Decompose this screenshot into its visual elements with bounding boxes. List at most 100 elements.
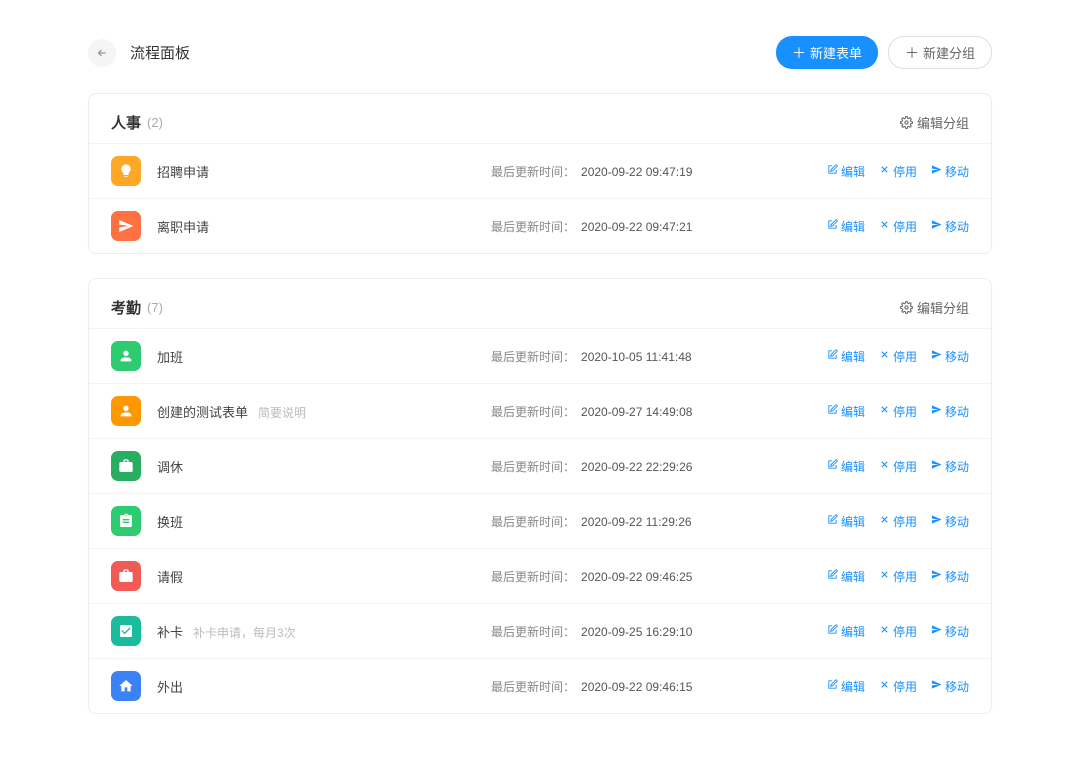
disable-label: 停用 bbox=[893, 678, 917, 695]
move-label: 移动 bbox=[945, 218, 969, 235]
item-time: 2020-09-22 09:46:15 bbox=[581, 680, 692, 694]
move-label: 移动 bbox=[945, 513, 969, 530]
edit-button[interactable]: 编辑 bbox=[827, 348, 865, 365]
time-label: 最后更新时间： bbox=[491, 405, 575, 419]
new-group-label: 新建分组 bbox=[923, 43, 975, 62]
close-icon bbox=[879, 219, 890, 233]
edit-label: 编辑 bbox=[841, 623, 865, 640]
page-title: 流程面板 bbox=[130, 42, 776, 63]
close-icon bbox=[879, 459, 890, 473]
item-time: 2020-10-05 11:41:48 bbox=[581, 350, 692, 364]
edit-button[interactable]: 编辑 bbox=[827, 458, 865, 475]
edit-button[interactable]: 编辑 bbox=[827, 678, 865, 695]
list-item: 创建的测试表单简要说明最后更新时间：2020-09-27 14:49:08编辑停… bbox=[89, 383, 991, 438]
close-icon bbox=[879, 404, 890, 418]
edit-button[interactable]: 编辑 bbox=[827, 218, 865, 235]
list-item: 加班最后更新时间：2020-10-05 11:41:48编辑停用移动 bbox=[89, 328, 991, 383]
item-time: 2020-09-22 09:46:25 bbox=[581, 570, 692, 584]
bulb-icon bbox=[111, 156, 141, 186]
edit-label: 编辑 bbox=[841, 678, 865, 695]
disable-button[interactable]: 停用 bbox=[879, 218, 917, 235]
move-button[interactable]: 移动 bbox=[931, 458, 969, 475]
disable-button[interactable]: 停用 bbox=[879, 348, 917, 365]
edit-label: 编辑 bbox=[841, 218, 865, 235]
send-icon bbox=[931, 459, 942, 473]
item-title: 创建的测试表单 bbox=[157, 405, 248, 420]
new-form-button[interactable]: ＋ 新建表单 bbox=[776, 36, 878, 69]
edit-label: 编辑 bbox=[841, 458, 865, 475]
back-button[interactable] bbox=[88, 39, 116, 67]
edit-label: 编辑 bbox=[841, 568, 865, 585]
move-label: 移动 bbox=[945, 458, 969, 475]
move-button[interactable]: 移动 bbox=[931, 348, 969, 365]
move-button[interactable]: 移动 bbox=[931, 678, 969, 695]
send-icon bbox=[931, 514, 942, 528]
list-item: 外出最后更新时间：2020-09-22 09:46:15编辑停用移动 bbox=[89, 658, 991, 713]
disable-label: 停用 bbox=[893, 348, 917, 365]
edit-icon bbox=[827, 679, 838, 693]
item-time: 2020-09-22 09:47:19 bbox=[581, 165, 692, 179]
briefcase-icon bbox=[111, 451, 141, 481]
move-button[interactable]: 移动 bbox=[931, 403, 969, 420]
new-form-label: 新建表单 bbox=[810, 43, 862, 62]
item-title: 离职申请 bbox=[157, 220, 209, 235]
time-label: 最后更新时间： bbox=[491, 165, 575, 179]
move-label: 移动 bbox=[945, 163, 969, 180]
move-button[interactable]: 移动 bbox=[931, 218, 969, 235]
edit-button[interactable]: 编辑 bbox=[827, 568, 865, 585]
disable-label: 停用 bbox=[893, 513, 917, 530]
move-label: 移动 bbox=[945, 348, 969, 365]
edit-group-label: 编辑分组 bbox=[917, 113, 969, 132]
item-desc: 补卡申请，每月3次 bbox=[193, 626, 296, 640]
list-item: 补卡补卡申请，每月3次最后更新时间：2020-09-25 16:29:10编辑停… bbox=[89, 603, 991, 658]
close-icon bbox=[879, 514, 890, 528]
time-label: 最后更新时间： bbox=[491, 515, 575, 529]
new-group-button[interactable]: ＋ 新建分组 bbox=[888, 36, 992, 69]
edit-button[interactable]: 编辑 bbox=[827, 403, 865, 420]
close-icon bbox=[879, 624, 890, 638]
item-title: 补卡 bbox=[157, 625, 183, 640]
edit-icon bbox=[827, 164, 838, 178]
disable-button[interactable]: 停用 bbox=[879, 678, 917, 695]
list-item: 离职申请最后更新时间：2020-09-22 09:47:21编辑停用移动 bbox=[89, 198, 991, 253]
disable-button[interactable]: 停用 bbox=[879, 513, 917, 530]
edit-label: 编辑 bbox=[841, 403, 865, 420]
move-button[interactable]: 移动 bbox=[931, 513, 969, 530]
time-label: 最后更新时间： bbox=[491, 350, 575, 364]
edit-group-button[interactable]: 编辑分组 bbox=[900, 298, 969, 317]
plus-icon: ＋ bbox=[792, 46, 806, 60]
send-icon bbox=[931, 164, 942, 178]
plus-icon: ＋ bbox=[905, 46, 919, 60]
disable-button[interactable]: 停用 bbox=[879, 568, 917, 585]
edit-button[interactable]: 编辑 bbox=[827, 623, 865, 640]
close-icon bbox=[879, 164, 890, 178]
edit-button[interactable]: 编辑 bbox=[827, 513, 865, 530]
item-title: 调休 bbox=[157, 460, 183, 475]
edit-icon bbox=[827, 459, 838, 473]
edit-group-button[interactable]: 编辑分组 bbox=[900, 113, 969, 132]
item-time: 2020-09-27 14:49:08 bbox=[581, 405, 692, 419]
disable-button[interactable]: 停用 bbox=[879, 163, 917, 180]
edit-button[interactable]: 编辑 bbox=[827, 163, 865, 180]
group-title: 考勤 bbox=[111, 297, 141, 318]
move-label: 移动 bbox=[945, 678, 969, 695]
group-card: 人事(2)编辑分组招聘申请最后更新时间：2020-09-22 09:47:19编… bbox=[88, 93, 992, 254]
disable-button[interactable]: 停用 bbox=[879, 623, 917, 640]
time-label: 最后更新时间： bbox=[491, 625, 575, 639]
edit-icon bbox=[827, 514, 838, 528]
disable-button[interactable]: 停用 bbox=[879, 458, 917, 475]
gear-icon bbox=[900, 301, 913, 314]
list-item: 调休最后更新时间：2020-09-22 22:29:26编辑停用移动 bbox=[89, 438, 991, 493]
edit-label: 编辑 bbox=[841, 513, 865, 530]
item-title: 请假 bbox=[157, 570, 183, 585]
disable-label: 停用 bbox=[893, 403, 917, 420]
list-item: 换班最后更新时间：2020-09-22 11:29:26编辑停用移动 bbox=[89, 493, 991, 548]
check-icon bbox=[111, 616, 141, 646]
disable-button[interactable]: 停用 bbox=[879, 403, 917, 420]
move-button[interactable]: 移动 bbox=[931, 623, 969, 640]
move-button[interactable]: 移动 bbox=[931, 163, 969, 180]
disable-label: 停用 bbox=[893, 218, 917, 235]
list-item: 招聘申请最后更新时间：2020-09-22 09:47:19编辑停用移动 bbox=[89, 143, 991, 198]
edit-icon bbox=[827, 219, 838, 233]
move-button[interactable]: 移动 bbox=[931, 568, 969, 585]
